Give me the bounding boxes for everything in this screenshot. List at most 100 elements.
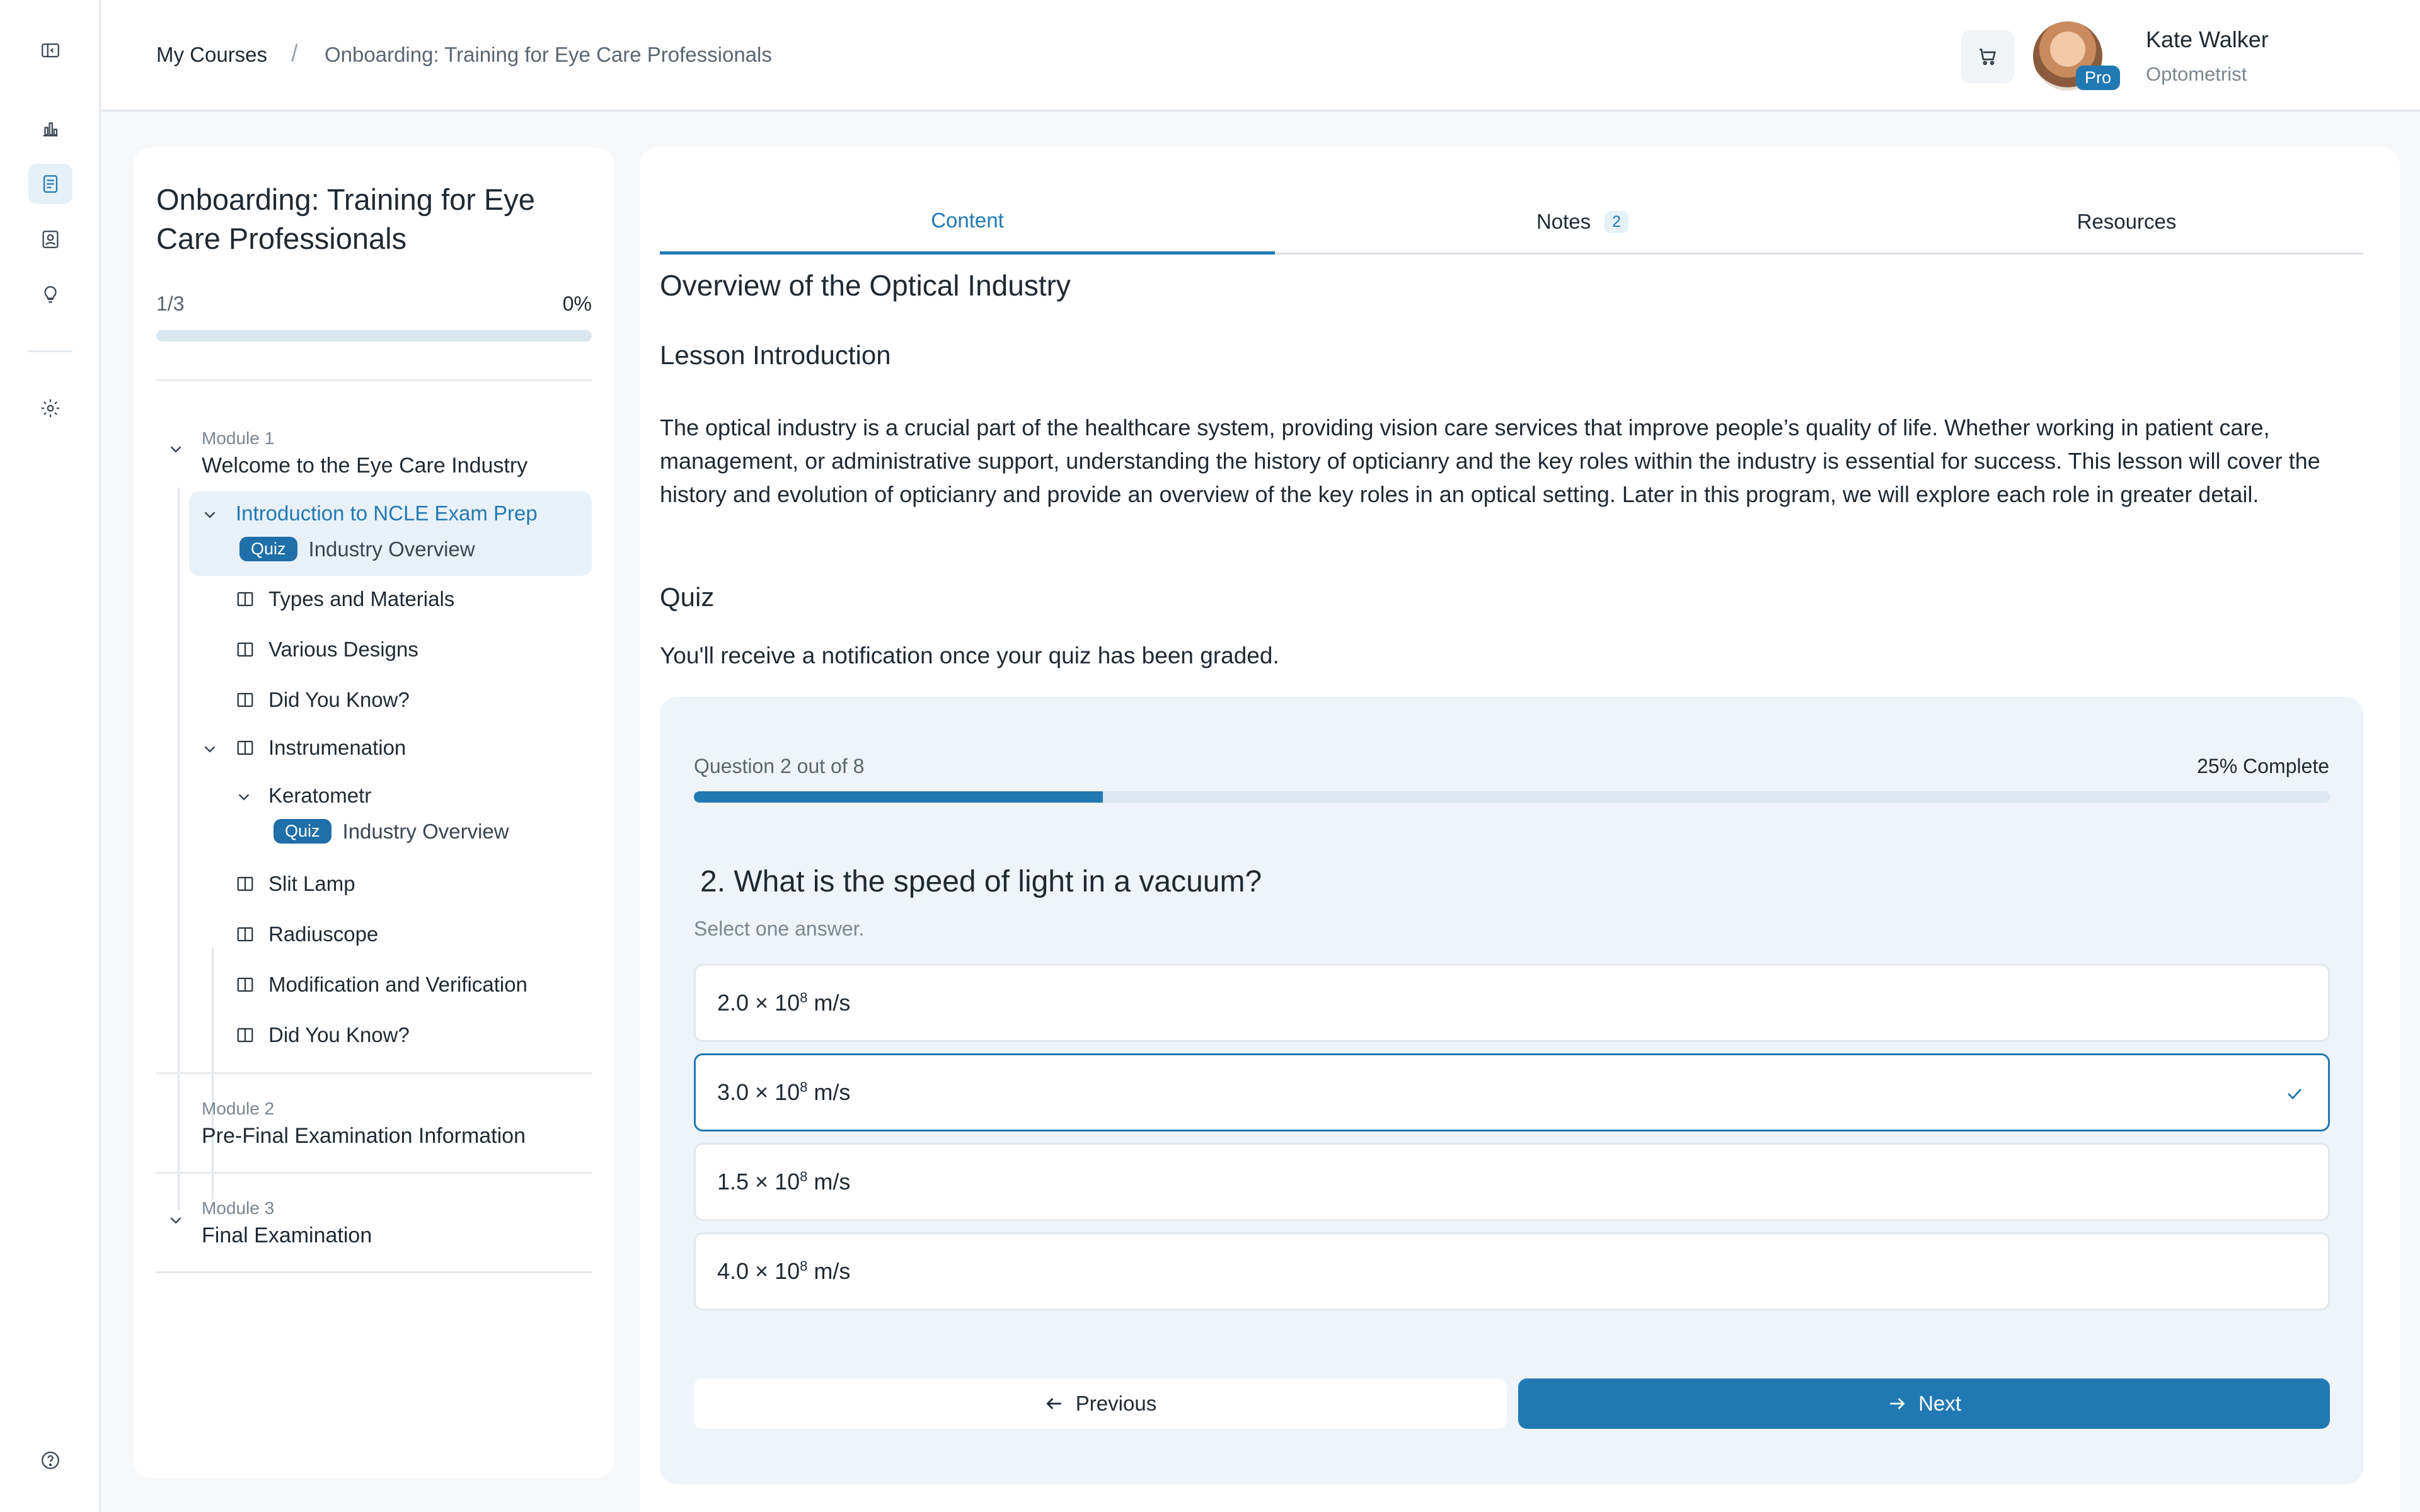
- book-icon: [236, 925, 257, 944]
- option-label: 3.0 × 108 m/s: [717, 1079, 851, 1105]
- user-name[interactable]: Kate Walker: [2146, 26, 2269, 53]
- lesson-label: Introduction to NCLE Exam Prep: [236, 501, 538, 525]
- quiz-tag: Quiz: [274, 819, 331, 844]
- settings-icon[interactable]: [28, 388, 72, 428]
- lightbulb-icon[interactable]: [28, 275, 72, 315]
- lesson-label: Various Designs: [268, 638, 418, 661]
- course-progress-count: 1/3: [156, 292, 185, 315]
- option-label: 1.5 × 108 m/s: [717, 1169, 851, 1194]
- book-icon: [236, 590, 257, 609]
- top-header: My Courses / Onboarding: Training for Ey…: [101, 0, 2420, 112]
- answer-option[interactable]: 4.0 × 108 m/s: [694, 1232, 2330, 1310]
- lesson-label: Slit Lamp: [268, 872, 355, 895]
- lesson-label: Modification and Verification: [268, 973, 527, 996]
- pro-badge: Pro: [2076, 66, 2121, 90]
- module-label: Module 1: [202, 428, 275, 448]
- course-progress-percent: 0%: [562, 292, 592, 315]
- lesson-item[interactable]: Instrumenation: [236, 736, 406, 760]
- cart-button[interactable]: [1961, 30, 2014, 83]
- lesson-item[interactable]: Did You Know?: [236, 688, 410, 712]
- lesson-label: Radiuscope: [268, 922, 379, 946]
- question-hint: Select one answer.: [694, 917, 865, 940]
- lesson-label: Types and Materials: [268, 587, 455, 610]
- book-icon: [236, 975, 257, 994]
- lesson-label: Did You Know?: [268, 688, 410, 711]
- quiz-panel: Question 2 out of 8 25% Complete 2. What…: [660, 697, 2363, 1484]
- arrow-left-icon: [1046, 1398, 1061, 1409]
- user-role: Optometrist: [2146, 63, 2247, 85]
- lesson-item[interactable]: Various Designs: [236, 638, 418, 662]
- lesson-item[interactable]: Types and Materials: [236, 587, 454, 611]
- divider: [156, 1172, 592, 1174]
- lesson-item[interactable]: Did You Know?: [236, 1023, 410, 1047]
- module-title[interactable]: Pre-Final Examination Information: [202, 1124, 526, 1148]
- tab-resources[interactable]: Resources: [1890, 189, 2363, 255]
- option-label: 4.0 × 108 m/s: [717, 1258, 851, 1284]
- breadcrumb-current: Onboarding: Training for Eye Care Profes…: [325, 43, 772, 66]
- help-icon[interactable]: [28, 1440, 72, 1480]
- tab-label: Content: [931, 208, 1004, 232]
- collapse-sidebar-icon[interactable]: [28, 30, 72, 71]
- document-icon[interactable]: [28, 164, 72, 204]
- tree-line: [178, 488, 180, 1210]
- quiz-progress-fill: [694, 791, 1103, 803]
- course-outline-panel: Onboarding: Training for Eye Care Profes…: [134, 147, 614, 1478]
- chevron-down-icon[interactable]: [234, 788, 253, 810]
- rail-divider: [28, 350, 72, 352]
- module-label: Module 3: [202, 1198, 275, 1218]
- tab-bar: Content Notes 2 Resources: [660, 189, 2363, 255]
- section-heading: Lesson Introduction: [660, 340, 891, 370]
- tab-notes[interactable]: Notes 2: [1275, 189, 1890, 255]
- quiz-tag: Quiz: [239, 537, 297, 561]
- quiz-label: Industry Overview: [308, 537, 475, 561]
- lesson-item[interactable]: Modification and Verification: [236, 973, 527, 997]
- quiz-note: You'll receive a notification once your …: [660, 643, 1279, 668]
- chevron-down-icon[interactable]: [166, 440, 185, 462]
- notes-count-badge: 2: [1605, 210, 1629, 233]
- lesson-item[interactable]: Introduction to NCLE Exam Prep: [236, 501, 538, 525]
- lesson-intro-text: The optical industry is a crucial part o…: [660, 415, 2320, 507]
- tab-label: Resources: [2077, 210, 2177, 233]
- lesson-item[interactable]: Radiuscope: [236, 922, 378, 946]
- answer-option-selected[interactable]: 3.0 × 108 m/s: [694, 1053, 2330, 1131]
- chevron-down-icon[interactable]: [200, 505, 219, 527]
- cart-icon: [1979, 49, 1996, 66]
- course-title: Onboarding: Training for Eye Care Profes…: [156, 183, 535, 255]
- left-rail: [0, 0, 101, 1512]
- tab-content[interactable]: Content: [660, 189, 1275, 255]
- module-title[interactable]: Welcome to the Eye Care Industry: [202, 454, 527, 478]
- book-icon: [236, 874, 257, 893]
- chevron-down-icon[interactable]: [200, 740, 219, 762]
- question-text: 2. What is the speed of light in a vacuu…: [700, 865, 1262, 898]
- option-label: 2.0 × 108 m/s: [717, 990, 851, 1016]
- breadcrumb-my-courses[interactable]: My Courses: [156, 43, 267, 67]
- lesson-label: Did You Know?: [268, 1023, 410, 1046]
- quiz-label: Industry Overview: [342, 819, 509, 843]
- book-icon: [236, 690, 257, 709]
- next-button[interactable]: Next: [1518, 1378, 2330, 1429]
- book-icon: [236, 640, 257, 659]
- divider: [156, 1072, 592, 1074]
- previous-label: Previous: [1075, 1392, 1157, 1415]
- quiz-progress-bar: [694, 791, 2330, 803]
- course-progress-bar: [156, 330, 592, 341]
- contact-card-icon[interactable]: [28, 219, 72, 260]
- chevron-down-icon[interactable]: [166, 1211, 185, 1233]
- question-progress-label: Question 2 out of 8: [694, 755, 865, 777]
- book-icon: [236, 1026, 257, 1045]
- quiz-item[interactable]: Quiz Industry Overview: [239, 537, 475, 561]
- lesson-item[interactable]: Keratometr: [268, 784, 371, 808]
- answer-option[interactable]: 1.5 × 108 m/s: [694, 1143, 2330, 1221]
- answer-option[interactable]: 2.0 × 108 m/s: [694, 964, 2330, 1042]
- book-icon: [236, 738, 257, 757]
- lesson-title: Overview of the Optical Industry: [660, 269, 1071, 302]
- divider: [156, 379, 592, 381]
- tab-label: Notes: [1536, 210, 1591, 233]
- quiz-item[interactable]: Quiz Industry Overview: [274, 819, 509, 844]
- lesson-label: Keratometr: [268, 784, 372, 807]
- module-title[interactable]: Final Examination: [202, 1223, 372, 1248]
- lesson-item[interactable]: Slit Lamp: [236, 872, 355, 896]
- previous-button[interactable]: Previous: [694, 1378, 1507, 1429]
- chart-icon[interactable]: [28, 108, 72, 149]
- arrow-right-icon: [1890, 1398, 1905, 1409]
